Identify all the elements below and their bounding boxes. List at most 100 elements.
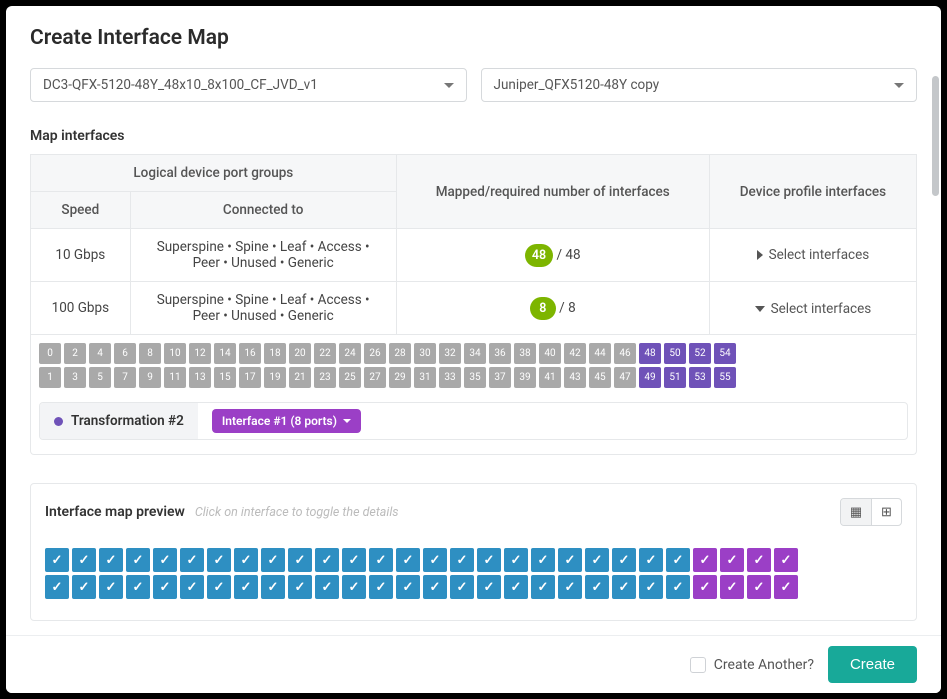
port-32[interactable]: 32 bbox=[439, 343, 461, 364]
port-21[interactable]: 21 bbox=[289, 367, 311, 388]
preview-port[interactable]: ✓ bbox=[477, 548, 501, 572]
port-13[interactable]: 13 bbox=[189, 367, 211, 388]
preview-port[interactable]: ✓ bbox=[585, 548, 609, 572]
transformation-label[interactable]: Transformation #2 bbox=[40, 403, 198, 439]
device-profile-select[interactable]: Juniper_QFX5120-48Y copy bbox=[481, 68, 918, 102]
port-39[interactable]: 39 bbox=[514, 367, 536, 388]
port-7[interactable]: 7 bbox=[114, 367, 136, 388]
preview-port[interactable]: ✓ bbox=[45, 575, 69, 599]
preview-port[interactable]: ✓ bbox=[234, 548, 258, 572]
port-38[interactable]: 38 bbox=[514, 343, 536, 364]
preview-port[interactable]: ✓ bbox=[558, 575, 582, 599]
port-54[interactable]: 54 bbox=[714, 343, 736, 364]
port-15[interactable]: 15 bbox=[214, 367, 236, 388]
select-interfaces-cell[interactable]: Select interfaces bbox=[709, 282, 916, 335]
port-49[interactable]: 49 bbox=[639, 367, 661, 388]
port-22[interactable]: 22 bbox=[314, 343, 336, 364]
port-10[interactable]: 10 bbox=[164, 343, 186, 364]
preview-port[interactable]: ✓ bbox=[261, 548, 285, 572]
port-33[interactable]: 33 bbox=[439, 367, 461, 388]
port-36[interactable]: 36 bbox=[489, 343, 511, 364]
port-46[interactable]: 46 bbox=[614, 343, 636, 364]
table-view-button[interactable]: ⊞ bbox=[871, 499, 901, 525]
port-12[interactable]: 12 bbox=[189, 343, 211, 364]
port-55[interactable]: 55 bbox=[714, 367, 736, 388]
preview-port[interactable]: ✓ bbox=[720, 548, 744, 572]
logical-device-select[interactable]: DC3-QFX-5120-48Y_48x10_8x100_CF_JVD_v1 bbox=[30, 68, 467, 102]
port-4[interactable]: 4 bbox=[89, 343, 111, 364]
port-51[interactable]: 51 bbox=[664, 367, 686, 388]
port-1[interactable]: 1 bbox=[39, 367, 61, 388]
port-2[interactable]: 2 bbox=[64, 343, 86, 364]
port-42[interactable]: 42 bbox=[564, 343, 586, 364]
preview-port[interactable]: ✓ bbox=[666, 575, 690, 599]
preview-port[interactable]: ✓ bbox=[558, 548, 582, 572]
preview-port[interactable]: ✓ bbox=[72, 575, 96, 599]
port-14[interactable]: 14 bbox=[214, 343, 236, 364]
create-button[interactable]: Create bbox=[828, 646, 917, 683]
interface-pill[interactable]: Interface #1 (8 ports) bbox=[212, 409, 361, 433]
port-18[interactable]: 18 bbox=[264, 343, 286, 364]
preview-port[interactable]: ✓ bbox=[234, 575, 258, 599]
port-31[interactable]: 31 bbox=[414, 367, 436, 388]
grid-view-button[interactable]: ▦ bbox=[841, 499, 871, 525]
preview-port[interactable]: ✓ bbox=[720, 575, 744, 599]
port-19[interactable]: 19 bbox=[264, 367, 286, 388]
port-26[interactable]: 26 bbox=[364, 343, 386, 364]
port-52[interactable]: 52 bbox=[689, 343, 711, 364]
port-34[interactable]: 34 bbox=[464, 343, 486, 364]
preview-port[interactable]: ✓ bbox=[612, 548, 636, 572]
preview-port[interactable]: ✓ bbox=[315, 548, 339, 572]
preview-port[interactable]: ✓ bbox=[477, 575, 501, 599]
port-41[interactable]: 41 bbox=[539, 367, 561, 388]
port-8[interactable]: 8 bbox=[139, 343, 161, 364]
preview-port[interactable]: ✓ bbox=[180, 548, 204, 572]
port-0[interactable]: 0 bbox=[39, 343, 61, 364]
preview-port[interactable]: ✓ bbox=[531, 575, 555, 599]
preview-port[interactable]: ✓ bbox=[585, 575, 609, 599]
preview-port[interactable]: ✓ bbox=[180, 575, 204, 599]
port-11[interactable]: 11 bbox=[164, 367, 186, 388]
port-29[interactable]: 29 bbox=[389, 367, 411, 388]
preview-port[interactable]: ✓ bbox=[153, 548, 177, 572]
port-44[interactable]: 44 bbox=[589, 343, 611, 364]
port-20[interactable]: 20 bbox=[289, 343, 311, 364]
preview-port[interactable]: ✓ bbox=[45, 548, 69, 572]
preview-port[interactable]: ✓ bbox=[450, 575, 474, 599]
port-5[interactable]: 5 bbox=[89, 367, 111, 388]
preview-port[interactable]: ✓ bbox=[531, 548, 555, 572]
preview-port[interactable]: ✓ bbox=[504, 548, 528, 572]
select-interfaces-cell[interactable]: Select interfaces bbox=[709, 229, 916, 282]
preview-port[interactable]: ✓ bbox=[315, 575, 339, 599]
preview-port[interactable]: ✓ bbox=[504, 575, 528, 599]
preview-port[interactable]: ✓ bbox=[666, 548, 690, 572]
port-25[interactable]: 25 bbox=[339, 367, 361, 388]
port-40[interactable]: 40 bbox=[539, 343, 561, 364]
port-47[interactable]: 47 bbox=[614, 367, 636, 388]
create-another-checkbox[interactable] bbox=[690, 657, 706, 673]
preview-port[interactable]: ✓ bbox=[99, 575, 123, 599]
preview-port[interactable]: ✓ bbox=[207, 575, 231, 599]
preview-port[interactable]: ✓ bbox=[126, 548, 150, 572]
preview-port[interactable]: ✓ bbox=[288, 548, 312, 572]
port-24[interactable]: 24 bbox=[339, 343, 361, 364]
port-6[interactable]: 6 bbox=[114, 343, 136, 364]
preview-port[interactable]: ✓ bbox=[612, 575, 636, 599]
port-48[interactable]: 48 bbox=[639, 343, 661, 364]
preview-port[interactable]: ✓ bbox=[72, 548, 96, 572]
port-43[interactable]: 43 bbox=[564, 367, 586, 388]
preview-port[interactable]: ✓ bbox=[774, 548, 798, 572]
port-27[interactable]: 27 bbox=[364, 367, 386, 388]
preview-port[interactable]: ✓ bbox=[369, 548, 393, 572]
preview-port[interactable]: ✓ bbox=[396, 575, 420, 599]
preview-port[interactable]: ✓ bbox=[639, 575, 663, 599]
create-another-label[interactable]: Create Another? bbox=[690, 657, 814, 673]
port-23[interactable]: 23 bbox=[314, 367, 336, 388]
preview-port[interactable]: ✓ bbox=[747, 575, 771, 599]
preview-port[interactable]: ✓ bbox=[207, 548, 231, 572]
preview-port[interactable]: ✓ bbox=[693, 575, 717, 599]
port-45[interactable]: 45 bbox=[589, 367, 611, 388]
preview-port[interactable]: ✓ bbox=[342, 575, 366, 599]
preview-port[interactable]: ✓ bbox=[396, 548, 420, 572]
preview-port[interactable]: ✓ bbox=[369, 575, 393, 599]
